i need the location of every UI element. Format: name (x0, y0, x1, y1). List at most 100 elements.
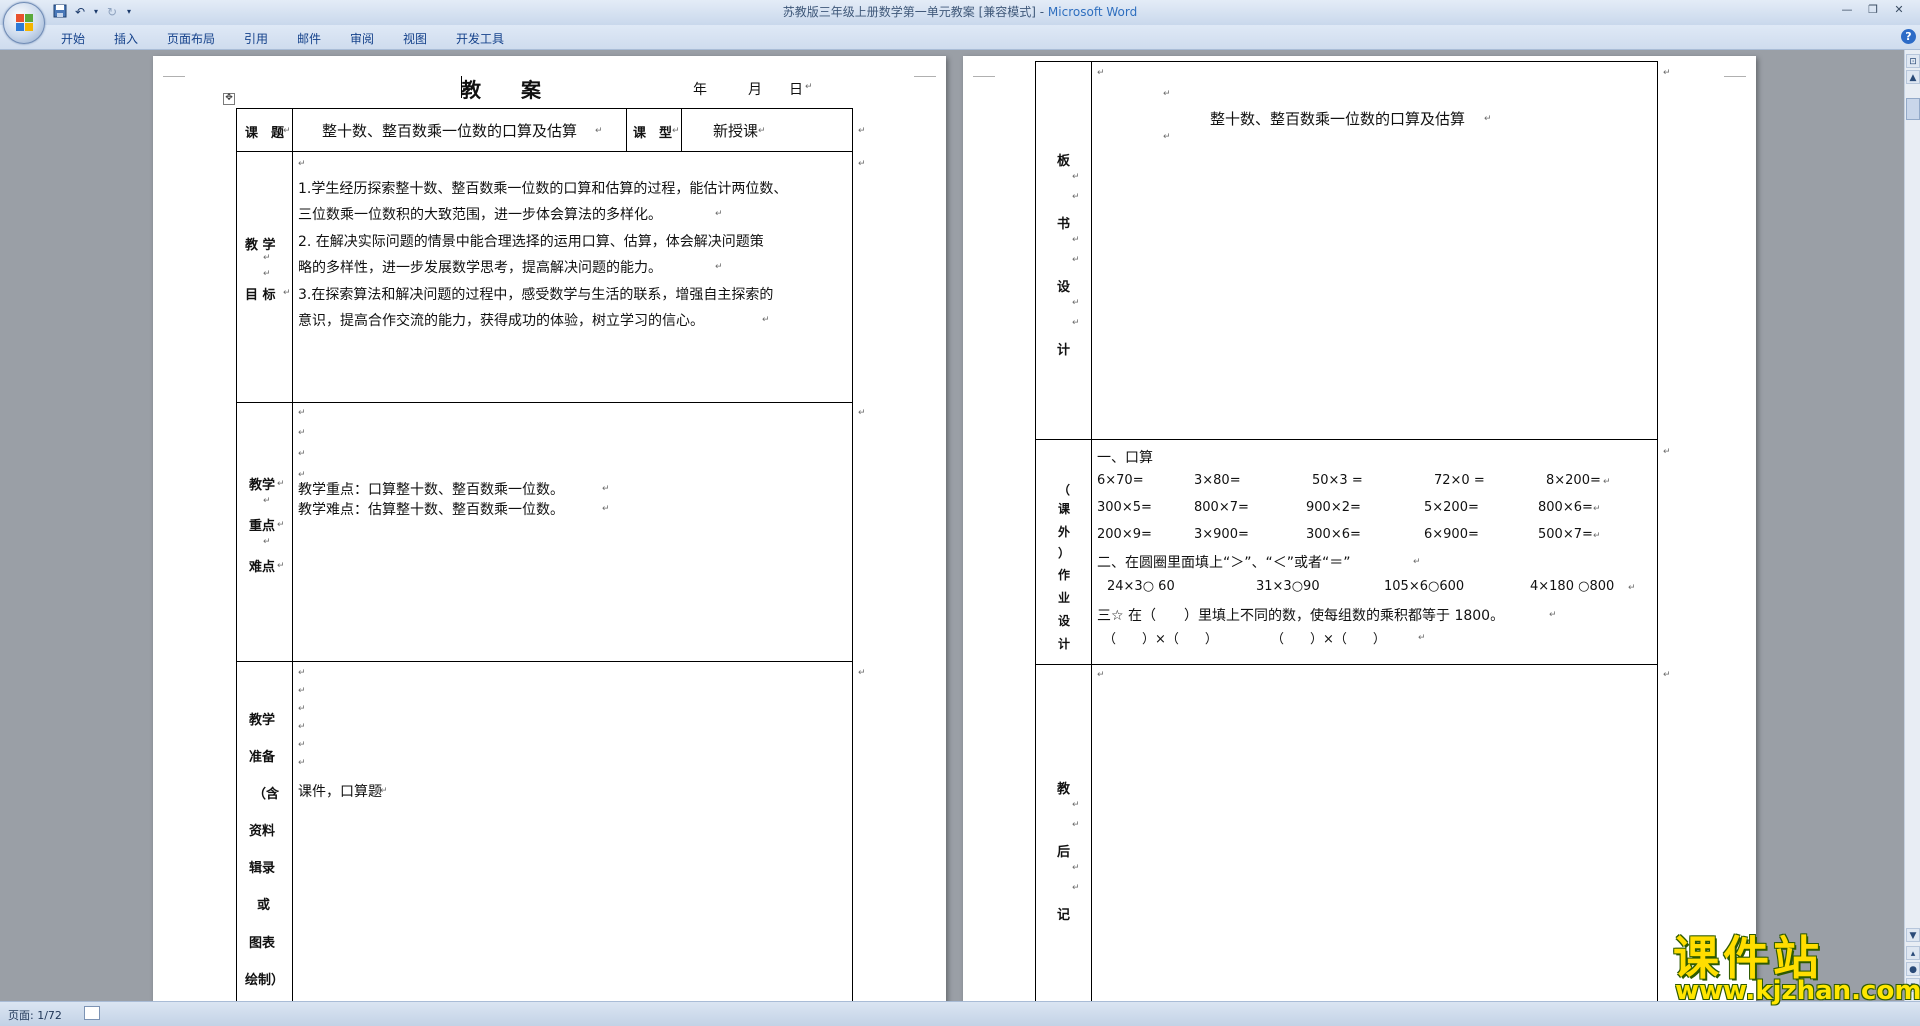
redo-icon[interactable]: ↻ (104, 4, 120, 20)
table-border (852, 108, 853, 1001)
date-month: 月 (748, 82, 762, 98)
proofing-icon[interactable] (84, 1006, 100, 1020)
scroll-down-icon[interactable]: ▼ (1906, 928, 1920, 942)
paragraph-mark-icon: ↵ (1163, 89, 1171, 99)
paragraph-mark-icon: ↵ (1549, 610, 1557, 620)
crop-mark (1724, 54, 1746, 77)
calc-3-5: 500×7= (1538, 527, 1593, 542)
paragraph-mark-icon: ↵ (277, 479, 285, 489)
prep-label-3: （含 (253, 787, 280, 802)
paragraph-mark-icon: ↵ (1418, 633, 1426, 643)
paragraph-mark-icon: ↵ (602, 504, 610, 514)
undo-icon[interactable]: ↶ (72, 4, 88, 20)
watermark-logo: 课件站 www.kjzhan.com (1655, 922, 1920, 1008)
calc-3-3: 300×6= (1306, 527, 1361, 542)
after-label-1: 教 (1057, 782, 1071, 797)
calc-1-4: 72×0 = (1434, 473, 1485, 488)
table-border (236, 108, 237, 1001)
paragraph-mark-icon: ↵ (263, 496, 271, 506)
type-value: 新授课 (713, 122, 759, 140)
paragraph-mark-icon: ↵ (602, 484, 610, 494)
tab-mailings[interactable]: 邮件 (297, 30, 321, 47)
paragraph-mark-icon: ↵ (1072, 318, 1080, 328)
paragraph-mark-icon: ↵ (298, 668, 306, 678)
text-cursor (461, 76, 462, 98)
paragraph-mark-icon: ↵ (858, 159, 866, 169)
paragraph-mark-icon: ↵ (1072, 235, 1080, 245)
prep-label-8: 绘制） (245, 973, 285, 988)
paragraph-mark-icon: ↵ (263, 537, 271, 547)
minimize-button[interactable]: — (1834, 0, 1860, 20)
compare-3: 105×6○600 (1384, 579, 1465, 594)
compare-4: 4×180 ○800 (1530, 579, 1615, 594)
blanks-2: （ ）×（ ） (1271, 632, 1386, 647)
table-border (292, 108, 293, 1001)
calc-3-2: 3×900= (1194, 527, 1249, 542)
paragraph-mark-icon: ↵ (1163, 132, 1171, 142)
tab-insert[interactable]: 插入 (114, 30, 138, 47)
hw-label-3: 外 (1058, 525, 1071, 539)
document-area[interactable]: ✥ 教 案 年 月 日 ↵ 课 题 ↵ 整十数、整百数乘一位数的口算及估算 ↵ … (0, 50, 1904, 1001)
help-icon[interactable]: ? (1901, 29, 1916, 44)
select-browse-object-icon[interactable]: ● (1906, 962, 1920, 976)
tab-references[interactable]: 引用 (244, 30, 268, 47)
calc-3-4: 6×900= (1424, 527, 1479, 542)
after-label-3: 记 (1057, 908, 1071, 923)
board-label-1: 板 (1057, 154, 1071, 169)
close-button[interactable]: ✕ (1886, 0, 1912, 20)
paragraph-mark-icon: ↵ (1097, 68, 1105, 78)
tab-review[interactable]: 审阅 (350, 30, 374, 47)
tab-home[interactable]: 开始 (61, 30, 85, 47)
paragraph-mark-icon: ↵ (1484, 114, 1492, 124)
paragraph-mark-icon: ↵ (298, 740, 306, 750)
key-label-2: 重点 (249, 519, 276, 534)
table-border (1091, 61, 1092, 1001)
calc-2-4: 5×200= (1424, 500, 1479, 515)
table-move-handle-icon[interactable]: ✥ (223, 93, 235, 105)
tab-developer[interactable]: 开发工具 (456, 30, 504, 47)
table-border (1035, 664, 1657, 665)
paragraph-mark-icon: ↵ (1072, 820, 1080, 830)
hw-label-4: ） (1058, 546, 1071, 560)
paragraph-mark-icon: ↵ (1072, 192, 1080, 202)
calc-3-1: 200×9= (1097, 527, 1152, 542)
paragraph-mark-icon: ↵ (1097, 670, 1105, 680)
prep-label-5: 辑录 (249, 861, 276, 876)
paragraph-mark-icon: ↵ (1603, 477, 1611, 487)
document-page-2[interactable]: ↵ ↵ ↵ 整十数、整百数乘一位数的口算及估算 ↵ ↵ 板 书 设 计 ↵ ↵ ↵… (963, 56, 1756, 1001)
goal-line-1: 1.学生经历探索整十数、整百数乘一位数的口算和估算的过程，能估计两位数、 (298, 181, 788, 197)
page-heading: 教 案 (461, 78, 541, 102)
paragraph-mark-icon: ↵ (298, 159, 306, 169)
undo-dropdown-icon[interactable]: ▾ (92, 4, 100, 20)
calc-2-3: 900×2= (1306, 500, 1361, 515)
maximize-button[interactable]: ❐ (1860, 0, 1886, 20)
hw-section-1: 一、口算 (1097, 450, 1153, 466)
customize-toolbar-icon[interactable]: ▾ (124, 4, 134, 20)
scrollbar-thumb[interactable] (1906, 98, 1920, 120)
tab-page-layout[interactable]: 页面布局 (167, 30, 215, 47)
vertical-scrollbar[interactable]: ⊡ ▲ ▼ ▴ ● ▾ (1904, 50, 1920, 1001)
type-label: 课 型 (633, 126, 673, 141)
crop-mark (914, 54, 936, 77)
tab-view[interactable]: 视图 (403, 30, 427, 47)
document-page-1[interactable]: ✥ 教 案 年 月 日 ↵ 课 题 ↵ 整十数、整百数乘一位数的口算及估算 ↵ … (153, 56, 946, 1001)
paragraph-mark-icon: ↵ (1072, 883, 1080, 893)
save-icon[interactable] (52, 4, 68, 20)
calc-2-1: 300×5= (1097, 500, 1152, 515)
office-button[interactable] (3, 2, 45, 44)
table-border (1657, 61, 1658, 1001)
goals-label-2: 目 标 (245, 288, 276, 303)
prep-label-7: 图表 (249, 936, 276, 951)
blanks-1: （ ）×（ ） (1103, 632, 1218, 647)
scroll-up-icon[interactable]: ▲ (1906, 70, 1920, 84)
goal-line-2: 三位数乘一位数积的大致范围，进一步体会算法的多样化。 (298, 207, 662, 223)
board-label-4: 计 (1057, 343, 1071, 358)
paragraph-mark-icon: ↵ (672, 126, 680, 136)
topic-label: 课 题 (245, 126, 285, 141)
page-count-status[interactable]: 页面: 1/72 (8, 1007, 62, 1023)
hw-section-2: 二、在圆圈里面填上“＞”、“＜”或者“＝” (1097, 555, 1351, 571)
ruler-toggle-icon[interactable]: ⊡ (1906, 54, 1920, 68)
previous-page-icon[interactable]: ▴ (1906, 946, 1920, 960)
paragraph-mark-icon: ↵ (1593, 531, 1601, 541)
key-label-3: 难点 (249, 560, 276, 575)
